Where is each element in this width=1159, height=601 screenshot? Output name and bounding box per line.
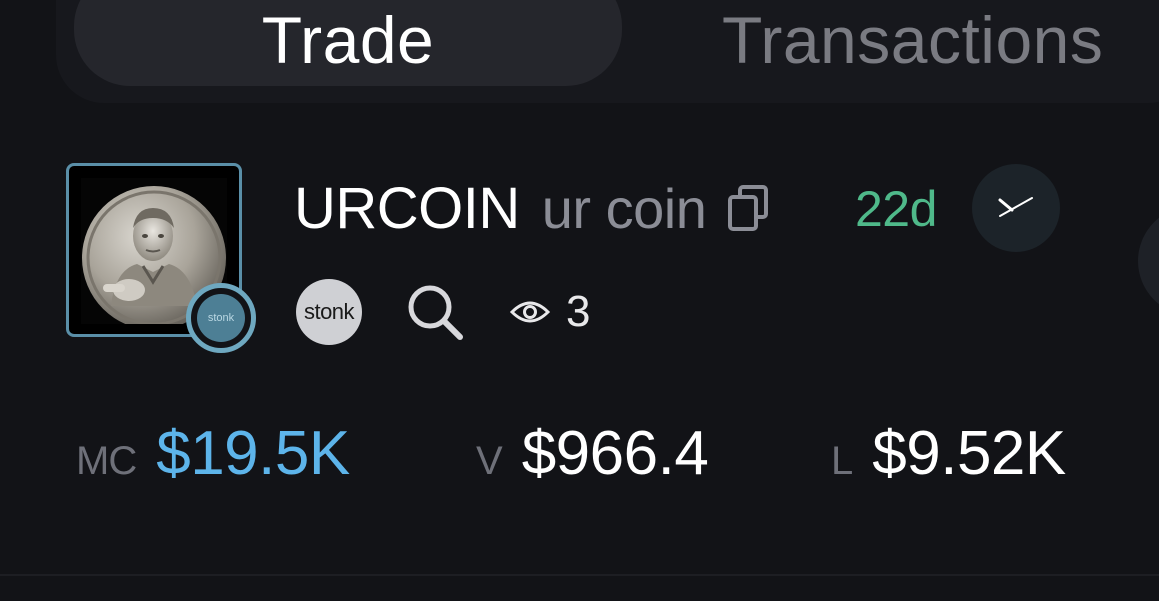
stat-market-cap: MC $19.5K (76, 418, 350, 488)
eye-icon (510, 301, 550, 323)
stat-volume-value: $966.4 (521, 419, 709, 488)
token-ticker: URCOIN (294, 175, 520, 241)
tab-transactions-label: Transactions (722, 3, 1104, 77)
token-panel: Trade Transactions stonk URCOIN ur coin … (0, 0, 1159, 601)
stat-market-cap-label: MC (76, 439, 137, 483)
view-count: 3 (566, 287, 591, 336)
tab-transactions[interactable]: Transactions (700, 0, 1159, 86)
stat-liquidity-value: $9.52K (872, 419, 1066, 488)
copy-icon[interactable] (724, 183, 774, 233)
stat-volume: V $966.4 (476, 418, 709, 488)
x-link-button[interactable] (972, 164, 1060, 252)
stat-liquidity: L $9.52K (831, 418, 1066, 488)
tab-trade-label: Trade (261, 3, 435, 77)
edge-button[interactable] (1138, 206, 1159, 316)
x-icon (998, 197, 1033, 217)
stat-volume-label: V (476, 439, 503, 483)
tab-trade[interactable]: Trade (74, 0, 622, 86)
token-name: ur coin (541, 176, 707, 240)
divider (0, 574, 1159, 576)
search-icon[interactable] (404, 281, 466, 343)
token-meta-row: stonk 3 (296, 279, 590, 345)
avatar-platform-badge: stonk (186, 283, 256, 353)
platform-badge[interactable]: stonk (296, 279, 362, 345)
stat-liquidity-label: L (831, 439, 853, 483)
token-age: 22d (855, 181, 937, 237)
token-name-row: URCOIN ur coin (294, 175, 774, 241)
stat-market-cap-value: $19.5K (156, 419, 350, 488)
platform-badge-label: stonk (303, 299, 355, 324)
avatar-badge-label: stonk (197, 294, 245, 342)
